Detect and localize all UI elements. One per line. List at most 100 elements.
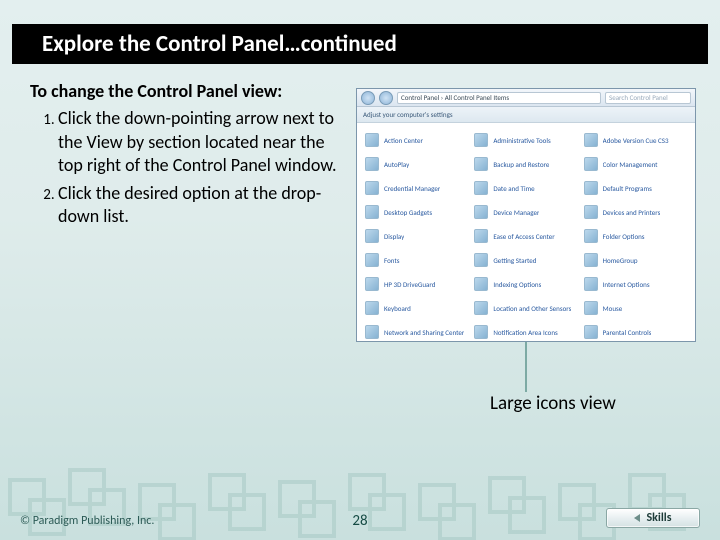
list-item: Date and Time: [474, 177, 577, 199]
item-label: Indexing Options: [493, 280, 541, 289]
instruction-lead: To change the Control Panel view:: [30, 80, 350, 103]
app-icon: [365, 229, 379, 243]
app-icon: [474, 301, 488, 315]
item-label: HP 3D DriveGuard: [384, 280, 435, 289]
list-item: Getting Started: [474, 249, 577, 271]
app-icon: [474, 325, 488, 339]
item-label: Notification Area Icons: [493, 328, 557, 337]
item-label: Adobe Version Cue CS3: [603, 136, 669, 145]
app-icon: [474, 205, 488, 219]
list-item: Desktop Gadgets: [365, 201, 468, 223]
search-input: Search Control Panel: [605, 92, 691, 104]
instruction-step-1: Click the down-pointing arrow next to th…: [58, 107, 350, 177]
app-icon: [584, 277, 598, 291]
app-icon: [474, 133, 488, 147]
list-item: Location and Other Sensors: [474, 297, 577, 319]
list-item: Notification Area Icons: [474, 321, 577, 341]
app-icon: [584, 301, 598, 315]
app-icon: [584, 181, 598, 195]
app-icon: [365, 133, 379, 147]
list-item: Fonts: [365, 249, 468, 271]
app-icon: [584, 253, 598, 267]
item-label: Devices and Printers: [603, 208, 661, 217]
list-item: Parental Controls: [584, 321, 687, 341]
list-item: Folder Options: [584, 225, 687, 247]
item-label: Ease of Access Center: [493, 232, 554, 241]
list-item: Color Management: [584, 153, 687, 175]
callout-connector: [525, 342, 527, 392]
item-label: Action Center: [384, 136, 423, 145]
instruction-block: To change the Control Panel view: Click …: [30, 80, 350, 232]
app-icon: [365, 157, 379, 171]
copyright: © Paradigm Publishing, Inc.: [20, 514, 154, 528]
item-label: Display: [384, 232, 404, 241]
item-label: Color Management: [603, 160, 658, 169]
list-item: Action Center: [365, 129, 468, 151]
app-icon: [365, 181, 379, 195]
callout-label: Large icons view: [490, 392, 616, 415]
list-item: Administrative Tools: [474, 129, 577, 151]
item-label: Desktop Gadgets: [384, 208, 432, 217]
app-icon: [584, 157, 598, 171]
app-icon: [365, 301, 379, 315]
list-item: Backup and Restore: [474, 153, 577, 175]
back-icon: [361, 91, 375, 105]
app-icon: [584, 133, 598, 147]
item-label: Default Programs: [603, 184, 652, 193]
page-number: 28: [352, 512, 367, 530]
forward-icon: [379, 91, 393, 105]
item-label: Folder Options: [603, 232, 645, 241]
list-item: Internet Options: [584, 273, 687, 295]
app-icon: [365, 205, 379, 219]
item-label: AutoPlay: [384, 160, 409, 169]
item-label: Internet Options: [603, 280, 650, 289]
back-triangle-icon: [634, 514, 640, 522]
item-label: Parental Controls: [603, 328, 652, 337]
list-item: AutoPlay: [365, 153, 468, 175]
item-label: Date and Time: [493, 184, 534, 193]
app-icon: [584, 205, 598, 219]
app-icon: [474, 157, 488, 171]
skills-label: Skills: [646, 511, 671, 525]
item-label: Keyboard: [384, 304, 411, 313]
item-label: Mouse: [603, 304, 623, 313]
list-item: HP 3D DriveGuard: [365, 273, 468, 295]
item-label: Location and Other Sensors: [493, 304, 571, 313]
window-chrome: Control Panel › All Control Panel Items …: [357, 89, 695, 107]
instruction-step-2: Click the desired option at the drop-dow…: [58, 182, 350, 229]
item-label: Fonts: [384, 256, 400, 265]
control-panel-grid: Action Center Administrative Tools Adobe V…: [357, 123, 695, 341]
list-item: HomeGroup: [584, 249, 687, 271]
app-icon: [474, 253, 488, 267]
skills-button[interactable]: Skills: [606, 508, 700, 528]
list-item: Mouse: [584, 297, 687, 319]
list-item: Network and Sharing Center: [365, 321, 468, 341]
control-panel-screenshot: Control Panel › All Control Panel Items …: [356, 88, 696, 342]
list-item: Adobe Version Cue CS3: [584, 129, 687, 151]
app-icon: [365, 253, 379, 267]
item-label: Device Manager: [493, 208, 539, 217]
item-label: Network and Sharing Center: [384, 328, 464, 337]
app-icon: [365, 325, 379, 339]
list-item: Devices and Printers: [584, 201, 687, 223]
app-icon: [365, 277, 379, 291]
app-icon: [474, 229, 488, 243]
app-icon: [584, 229, 598, 243]
list-item: Display: [365, 225, 468, 247]
toolbar: Adjust your computer's settings: [357, 107, 695, 123]
app-icon: [474, 181, 488, 195]
list-item: Keyboard: [365, 297, 468, 319]
list-item: Device Manager: [474, 201, 577, 223]
list-item: Credential Manager: [365, 177, 468, 199]
item-label: Administrative Tools: [493, 136, 550, 145]
item-label: Backup and Restore: [493, 160, 549, 169]
list-item: Indexing Options: [474, 273, 577, 295]
slide-title: Explore the Control Panel…continued: [12, 24, 708, 64]
list-item: Default Programs: [584, 177, 687, 199]
item-label: HomeGroup: [603, 256, 638, 265]
item-label: Getting Started: [493, 256, 536, 265]
app-icon: [474, 277, 488, 291]
item-label: Credential Manager: [384, 184, 440, 193]
breadcrumb: Control Panel › All Control Panel Items: [397, 92, 601, 104]
list-item: Ease of Access Center: [474, 225, 577, 247]
